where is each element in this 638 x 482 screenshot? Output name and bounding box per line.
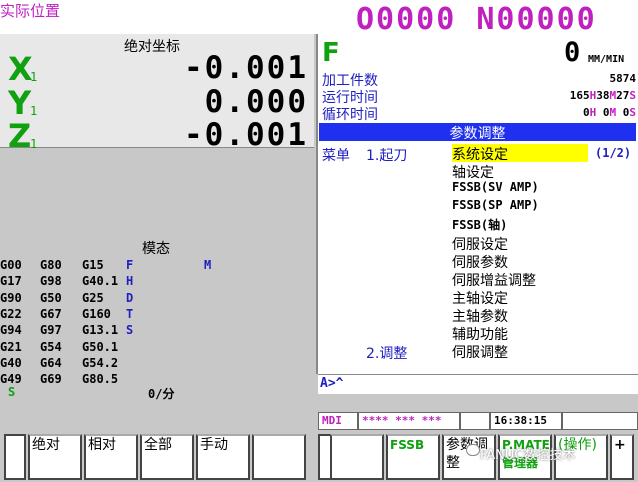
cycle-hours-unit: H [589,106,597,119]
softkey-relative[interactable]: 相对 [84,434,138,480]
modal-cell: G98 [40,274,62,289]
modal-feed-unit: 0/分 [148,387,175,401]
modal-cell: T [126,306,134,321]
cycle-minutes: 0 [602,106,610,119]
menu-item[interactable]: 伺服参数 [452,252,508,271]
input-line[interactable] [318,374,638,394]
modal-cell: G97 [40,323,62,338]
modal-cell: G49 [0,372,22,387]
modal-cell: G54 [40,339,62,354]
menu-item-selected[interactable]: 系统设定 [452,144,588,163]
axis-y-value: 0.000 [204,84,308,120]
modal-s-label: S [8,385,16,399]
modal-cell: G25 [82,290,104,305]
modal-cell: S [126,323,134,338]
menu-item[interactable]: 伺服增益调整 [452,270,536,289]
modal-cell: G15 [82,258,104,272]
softkey-empty-5[interactable] [252,434,306,480]
softkey-fssb[interactable]: FSSB [386,434,440,480]
cycle-seconds-unit: S [629,106,636,119]
modal-title: 模态 [142,241,170,257]
feed-unit: MM/MIN [588,54,625,65]
menu-item[interactable]: 主轴参数 [452,306,508,325]
modal-cell: G00 [0,258,22,272]
axis-x-name: X [8,50,33,88]
feed-value: 0 [564,37,581,68]
program-number: O0000 N00000 [356,2,597,37]
screen-title: 实际位置 [0,2,61,20]
cycle-time-label: 循环时间 [322,107,378,123]
modal-cell: G50.1 [82,339,119,354]
menu-label: 菜单 [322,148,350,164]
modal-cell: G17 [0,274,22,289]
run-minutes: 38 [596,89,610,102]
menu-title-bar: 参数调整 [319,123,636,142]
modal-cell: G13.1 [82,323,119,338]
status-blank-box [460,412,490,430]
modal-cell: H [126,274,134,289]
modal-cell: G67 [40,306,62,321]
modal-cell: G64 [40,355,62,370]
softkey-next-page[interactable]: + [610,434,634,480]
parts-count-value: 5874 [609,72,637,85]
modal-cell: G80.5 [82,372,119,387]
wechat-icon [466,444,480,456]
modal-cell: G80 [40,258,62,272]
menu-item[interactable]: 伺服设定 [452,234,508,253]
menu-item[interactable]: FSSB(SP AMP) [452,198,539,216]
menu-category-start[interactable]: 1.起刀 [366,145,407,165]
feed-letter: F [322,38,340,68]
axis-z-value: -0.001 [184,117,308,153]
run-seconds: 27 [616,89,630,102]
modal-cell: G22 [0,306,22,321]
modal-cell: G21 [0,339,22,354]
axis-z-name: Z [8,117,32,155]
run-hours: 165 [569,89,590,102]
cycle-hours: 0 [583,106,590,119]
axis-x-sub: 1 [30,70,38,84]
axis-y-sub: 1 [30,104,38,118]
modal-cell: D [126,290,134,305]
axis-z-sub: 1 [30,137,38,151]
menu-item[interactable]: 主轴设定 [452,288,508,307]
cycle-time-value: 0H 0M 0S [540,106,636,119]
input-prompt: A>^ [320,376,344,391]
modal-cell: G40 [0,355,22,370]
menu-item[interactable]: 轴设定 [452,162,494,181]
modal-cell: M [204,258,212,272]
menu-category-adjust[interactable]: 2.调整 [366,343,407,363]
softkey-all[interactable]: 全部 [140,434,194,480]
watermark-text: FANUC数控技术 [480,448,576,463]
modal-cell: G160 [82,306,111,321]
menu-item[interactable]: 伺服调整 [452,342,508,361]
modal-cell: G90 [0,290,22,305]
menu-item[interactable]: FSSB(SV AMP) [452,180,539,198]
softkey-right-empty[interactable] [330,434,384,480]
mode-indicator: MDI [318,412,358,430]
status-stars: **** *** *** [358,412,460,430]
menu-item[interactable]: FSSB(轴) [452,216,507,234]
softkey-absolute[interactable]: 绝对 [28,434,82,480]
modal-cell: G94 [0,323,22,338]
menu-item[interactable]: 辅助功能 [452,324,508,343]
modal-cell: G40.1 [82,274,119,289]
axis-x-value: -0.001 [184,50,308,86]
status-empty-box [562,412,638,430]
run-time-value: 165H38M27S [540,89,636,102]
clock: 16:38:15 [490,412,562,430]
softkey-left-return[interactable] [4,434,26,480]
status-bar: MDI **** *** *** 16:38:15 [318,412,638,430]
modal-cell: F [126,258,134,272]
page-indicator: (1/2) [595,146,632,160]
run-seconds-unit: S [629,89,636,102]
cycle-minutes-unit: M [609,106,617,119]
modal-cell: G50 [40,290,62,305]
modal-cell: G54.2 [82,355,119,370]
softkey-manual[interactable]: 手动 [196,434,250,480]
modal-cell: G69 [40,372,62,387]
